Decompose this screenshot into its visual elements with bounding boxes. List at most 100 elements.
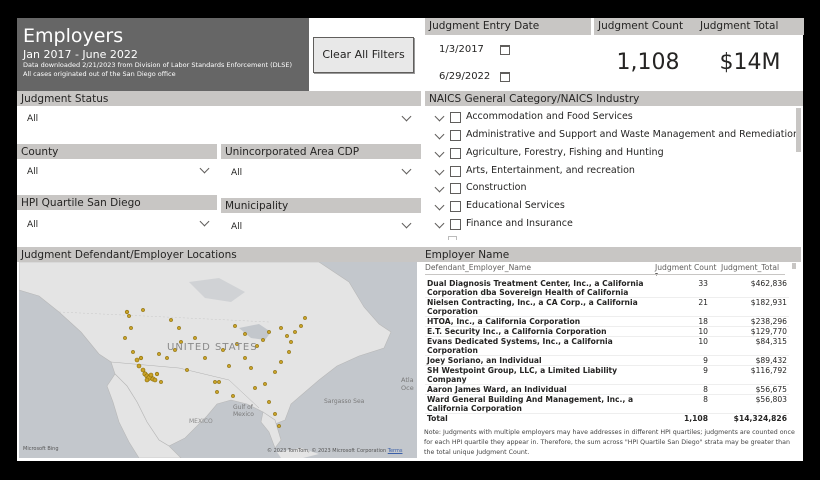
naics-scrollbar[interactable] — [796, 108, 801, 152]
employer-name-label: Employer Name — [421, 247, 801, 262]
map-mexico-label: MEXICO — [189, 418, 213, 425]
judgment-count-cell: 9 — [703, 366, 708, 375]
checkbox[interactable] — [450, 148, 461, 159]
judgment-total-cell: $89,432 — [755, 356, 787, 365]
table-row[interactable]: Nielsen Contracting, Inc., a CA Corp., a… — [425, 298, 789, 317]
table-row[interactable]: Evans Dedicated Systems, Inc., a Califor… — [425, 337, 789, 356]
start-date-input[interactable]: 1/3/2017 — [439, 44, 484, 55]
judgment-total-cell: $462,836 — [750, 279, 787, 288]
chevron-down-icon[interactable] — [434, 218, 445, 229]
judgment-total-cell: $56,803 — [755, 395, 787, 404]
table-row[interactable]: Ward General Building And Management, In… — [425, 395, 789, 414]
naics-item[interactable]: Construction — [432, 181, 800, 198]
total-row: Total 1,108 $14,324,826 — [425, 413, 789, 424]
employer-name-cell: Evans Dedicated Systems, Inc., a Califor… — [427, 337, 613, 355]
judgment-total-cell: $238,296 — [750, 317, 787, 326]
header-divider — [425, 274, 785, 275]
employer-name-cell: E.T. Security Inc., a California Corpora… — [427, 327, 607, 336]
checkbox[interactable] — [450, 183, 461, 194]
judgment-total-value: $14M — [719, 50, 781, 75]
table-row[interactable]: E.T. Security Inc., a California Corpora… — [425, 327, 789, 337]
employer-name-cell: Ward General Building And Management, In… — [427, 395, 634, 413]
calendar-icon[interactable] — [500, 45, 510, 55]
chevron-down-icon[interactable] — [434, 147, 445, 158]
employer-name-cell: Nielsen Contracting, Inc., a CA Corp., a… — [427, 298, 638, 316]
total-label: Total — [427, 414, 448, 423]
map-gulf-label: Gulf of Mexico — [233, 404, 254, 418]
judgment-total-cell: $56,675 — [755, 385, 787, 394]
page-title: Employers — [23, 25, 124, 47]
table-scrollbar[interactable] — [792, 263, 796, 269]
judgment-count-cell: 18 — [698, 317, 708, 326]
judgment-total-cell: $116,792 — [750, 366, 787, 375]
judgment-count-cell: 33 — [698, 279, 708, 288]
chevron-down-icon[interactable] — [434, 129, 445, 140]
table-row[interactable]: Joey Soriano, an Individual 9 $89,432 — [425, 356, 789, 366]
judgment-status-label: Judgment Status — [17, 91, 421, 106]
map-sargasso-label: Sargasso Sea — [324, 398, 365, 405]
judgment-count-cell: 21 — [698, 298, 708, 307]
cdp-label: Unincorporated Area CDP — [221, 144, 421, 159]
employer-name-cell: Joey Soriano, an Individual — [427, 356, 542, 365]
judgment-total-cell: $182,931 — [750, 298, 787, 307]
download-note: Data downloaded 2/21/2023 from Division … — [23, 61, 293, 69]
chevron-down-icon[interactable] — [434, 111, 445, 122]
naics-item[interactable]: Administrative and Support and Waste Man… — [432, 128, 800, 145]
checkbox[interactable] — [450, 201, 461, 212]
column-header-name[interactable]: Defendant_Employer_Name — [425, 263, 531, 272]
clear-all-filters-button[interactable]: Clear All Filters — [313, 37, 414, 73]
hpi-quartile-label: HPI Quartile San Diego — [17, 195, 217, 210]
column-header-total[interactable]: Judgment_Total — [721, 263, 779, 272]
terms-link[interactable]: Terms — [388, 448, 403, 454]
judgment-total-label: Judgment Total — [700, 20, 779, 32]
checkbox[interactable] — [450, 130, 461, 141]
bing-logo: Microsoft Bing — [23, 446, 59, 452]
judgment-status-dropdown[interactable]: All — [27, 114, 38, 124]
chevron-down-icon[interactable] — [434, 165, 445, 176]
employer-name-cell: SH Westpoint Group, LLC, a Limited Liabi… — [427, 366, 618, 384]
judgment-count-cell: 8 — [703, 395, 708, 404]
checkbox[interactable] — [450, 112, 461, 123]
judgment-total-cell: $84,315 — [755, 337, 787, 346]
judgment-count-label: Judgment Count — [598, 20, 684, 32]
chevron-down-icon[interactable] — [434, 200, 445, 211]
cdp-dropdown[interactable]: All — [231, 168, 242, 178]
judgment-total-cell: $129,770 — [750, 327, 787, 336]
table-header: Defendant_Employer_Name Judgment Count J… — [425, 263, 795, 278]
employer-name-cell: Dual Diagnosis Treatment Center, Inc., a… — [427, 279, 644, 297]
municipality-dropdown[interactable]: All — [231, 222, 242, 232]
chevron-down-icon[interactable] — [434, 182, 445, 193]
naics-label: NAICS General Category/NAICS Industry — [425, 91, 803, 106]
table-row[interactable]: Aaron James Ward, an Individual 8 $56,675 — [425, 385, 789, 395]
map-label: Judgment Defendant/Employer Locations — [17, 247, 421, 262]
checkbox[interactable] — [450, 166, 461, 177]
period-label: Jan 2017 - June 2022 — [23, 48, 138, 61]
county-dropdown[interactable]: All — [27, 167, 38, 177]
judgment-entry-date-label: Judgment Entry Date — [425, 18, 591, 35]
map-atlantic-label: Atla Oce — [401, 376, 414, 392]
table-row[interactable]: HTOA, Inc., a California Corporation 18 $2… — [425, 317, 789, 327]
hpi-quartile-dropdown[interactable]: All — [27, 220, 38, 230]
naics-item[interactable]: Agriculture, Forestry, Fishing and Hunti… — [432, 146, 800, 163]
map-attribution: © 2023 TomTom, © 2023 Microsoft Corporat… — [267, 448, 403, 454]
naics-item[interactable]: Educational Services — [432, 199, 800, 216]
judgment-count-cell: 9 — [703, 356, 708, 365]
employer-location-map[interactable]: UNITED STATES MEXICO Gulf of Mexico Sarga… — [19, 262, 417, 458]
total-amount: $14,324,826 — [733, 414, 787, 423]
employer-name-cell: Aaron James Ward, an Individual — [427, 385, 567, 394]
column-header-count[interactable]: Judgment Count — [655, 263, 717, 272]
map-svg — [19, 262, 417, 458]
judgment-count-cell: 8 — [703, 385, 708, 394]
naics-item[interactable]: Accommodation and Food Services — [432, 110, 800, 127]
calendar-icon[interactable] — [500, 72, 510, 82]
naics-item[interactable]: Arts, Entertainment, and recreation — [432, 164, 800, 181]
checkbox[interactable] — [450, 219, 461, 230]
naics-item[interactable]: Finance and Insurance — [432, 217, 800, 234]
county-label: County — [17, 144, 217, 159]
end-date-input[interactable]: 6/29/2022 — [439, 71, 490, 82]
table-row[interactable]: Dual Diagnosis Treatment Center, Inc., a… — [425, 279, 789, 298]
checkbox-partial — [448, 236, 457, 240]
municipality-label: Municipality — [221, 198, 421, 213]
table-row[interactable]: SH Westpoint Group, LLC, a Limited Liabi… — [425, 366, 789, 385]
office-note: All cases originated out of the San Dieg… — [23, 70, 176, 78]
